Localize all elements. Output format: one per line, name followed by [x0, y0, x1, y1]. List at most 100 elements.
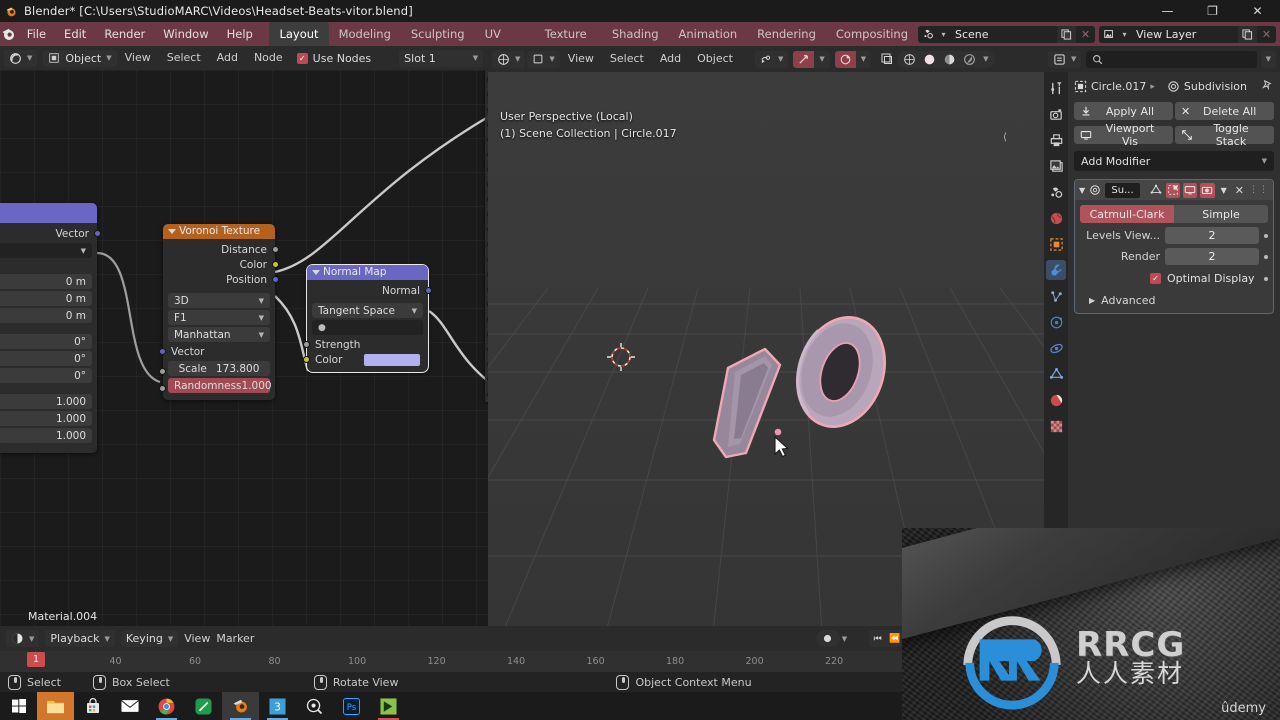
workspace-tab-animation[interactable]: Animation	[669, 22, 748, 46]
edit-mode-display-icon[interactable]	[1165, 182, 1181, 198]
node-canvas[interactable]: Vector ▼ 0 m 0 m 0 m 0° 0° 0° 1.000 1.00…	[0, 70, 488, 626]
remove-modifier-icon[interactable]: ✕	[1233, 184, 1246, 197]
shading-rendered-icon[interactable]	[959, 51, 979, 68]
animate-property-dot-icon[interactable]	[1264, 254, 1268, 259]
socket-randomness-in[interactable]	[159, 385, 166, 392]
properties-search-input[interactable]	[1086, 50, 1257, 68]
properties-tab-scene[interactable]	[1046, 182, 1066, 202]
photoshop-icon[interactable]: Ps	[333, 692, 370, 720]
normalmap-input-color[interactable]: Color	[303, 352, 428, 367]
sidebar-expand-arrow-icon[interactable]: ⟨	[1003, 132, 1007, 143]
socket-strength-in[interactable]	[303, 341, 310, 348]
node-menu-select[interactable]: Select	[159, 46, 209, 70]
node-voronoi-header[interactable]: Voronoi Texture	[163, 224, 275, 239]
mapping-scale-z[interactable]: 1.000	[0, 428, 92, 443]
node-mapping[interactable]: Vector ▼ 0 m 0 m 0 m 0° 0° 0° 1.000 1.00…	[0, 203, 101, 453]
menu-file[interactable]: File	[18, 22, 55, 46]
delete-all-button[interactable]: ✕ Delete All	[1175, 102, 1274, 120]
timeline-playhead[interactable]: 1	[27, 652, 45, 667]
animate-property-dot-icon[interactable]	[1264, 276, 1268, 281]
mapping-rot-z[interactable]: 0°	[0, 368, 92, 383]
properties-tab-physics[interactable]	[1046, 312, 1066, 332]
menu-edit[interactable]: Edit	[55, 22, 95, 46]
voronoi-feature-dropdown[interactable]: F1 ▼	[168, 310, 270, 325]
node-normal-map[interactable]: Normal Map Normal Tangent Space ▼ ● Stre…	[303, 264, 432, 373]
node-mapping-header[interactable]	[0, 203, 97, 223]
voronoi-output-distance[interactable]: Distance	[163, 242, 279, 257]
pin-icon[interactable]	[1261, 79, 1274, 95]
socket-vector-out[interactable]	[94, 230, 101, 237]
mapping-scale-x[interactable]: 1.000	[0, 394, 92, 409]
viewport-menu-add[interactable]: Add	[652, 47, 689, 71]
workspace-tab-modeling[interactable]: Modeling	[329, 22, 401, 46]
use-nodes-toggle[interactable]: ✓ Use Nodes	[291, 52, 371, 65]
viewport-menu-view[interactable]: View	[560, 47, 602, 71]
voronoi-output-color[interactable]: Color	[163, 257, 279, 272]
mapping-loc-y[interactable]: 0 m	[0, 291, 92, 306]
mapping-rot-x[interactable]: 0°	[0, 334, 92, 349]
segment-catmull-clark[interactable]: Catmull-Clark	[1080, 205, 1174, 223]
zbrush-icon[interactable]	[296, 692, 333, 720]
collapse-triangle-icon[interactable]	[312, 270, 320, 275]
workspace-tab-compositing[interactable]: Compositing	[826, 22, 918, 46]
timeline-menu-marker[interactable]: Marker	[216, 632, 254, 645]
auto-keying-toggle[interactable]	[815, 630, 840, 647]
properties-tab-object[interactable]	[1046, 234, 1066, 254]
node-mapping-type-dropdown[interactable]: ▼	[0, 243, 92, 258]
checkbox-icon[interactable]: ✓	[1150, 273, 1161, 284]
new-view-layer-button[interactable]	[1238, 25, 1257, 43]
voronoi-scale-field[interactable]: Scale 173.800	[168, 361, 270, 376]
timeline-menu-view[interactable]: View	[184, 632, 210, 645]
node-menu-node[interactable]: Node	[246, 46, 291, 70]
toggle-stack-button[interactable]: Toggle Stack	[1175, 122, 1274, 148]
blender-icon[interactable]	[222, 692, 259, 720]
socket-distance-out[interactable]	[272, 246, 279, 253]
jump-to-start-button[interactable]: ⏮	[869, 630, 886, 647]
modifier-panel-header[interactable]: ▼ Su... ▼ ✕ ⋮⋮	[1075, 180, 1273, 200]
socket-position-out[interactable]	[272, 276, 279, 283]
menu-help[interactable]: Help	[218, 22, 262, 46]
normalmap-space-dropdown[interactable]: Tangent Space ▼	[312, 303, 423, 318]
workspace-tab-rendering[interactable]: Rendering	[747, 22, 826, 46]
store-icon[interactable]	[74, 692, 111, 720]
segment-simple[interactable]: Simple	[1174, 205, 1268, 223]
scene-selector[interactable]: ▾ Scene ✕	[918, 25, 1095, 43]
menu-render[interactable]: Render	[95, 22, 154, 46]
proportional-falloff-dropdown[interactable]: ▼	[855, 50, 872, 68]
viewport-menu-select[interactable]: Select	[602, 47, 652, 71]
workspace-tab-sculpting[interactable]: Sculpting	[401, 22, 475, 46]
levels-viewport-value[interactable]: 2	[1165, 227, 1259, 244]
workspace-tab-uv-editing[interactable]: UV Editing	[475, 22, 535, 65]
levels-render-value[interactable]: 2	[1165, 248, 1259, 265]
mail-icon[interactable]	[111, 692, 148, 720]
editor-type-selector[interactable]: ▼	[4, 49, 38, 67]
voronoi-output-position[interactable]: Position	[163, 272, 279, 287]
expand-triangle-icon[interactable]: ▼	[1079, 186, 1085, 195]
viewport-menu-object[interactable]: Object	[689, 47, 741, 71]
properties-tab-tool[interactable]	[1046, 78, 1066, 98]
start-icon[interactable]	[0, 692, 37, 720]
new-scene-button[interactable]	[1057, 25, 1076, 43]
add-modifier-dropdown[interactable]: Add Modifier ▼	[1074, 151, 1274, 171]
snap-options-dropdown[interactable]: ▼	[814, 50, 830, 68]
node-menu-view[interactable]: View	[117, 46, 159, 70]
timeline-menu-keying[interactable]: Keying ▼	[120, 630, 179, 647]
socket-vector-in[interactable]	[159, 348, 166, 355]
chrome-icon[interactable]	[148, 692, 185, 720]
editor-icon[interactable]	[185, 692, 222, 720]
delete-scene-button[interactable]: ✕	[1076, 26, 1095, 43]
socket-color-in[interactable]	[303, 356, 310, 363]
voronoi-randomness-field[interactable]: Randomness 1.000	[168, 378, 272, 393]
minimize-button[interactable]: —	[1145, 0, 1190, 22]
collapse-triangle-icon[interactable]	[168, 229, 176, 234]
optimal-display-row[interactable]: ✓ Optimal Display	[1150, 272, 1268, 285]
3d-app-icon[interactable]: 3	[259, 692, 296, 720]
voronoi-input-vector[interactable]: Vector	[159, 344, 275, 359]
properties-tab-particles[interactable]	[1046, 286, 1066, 306]
render-display-icon[interactable]	[1200, 182, 1215, 198]
mapping-rot-y[interactable]: 0°	[0, 351, 92, 366]
apply-all-button[interactable]: Apply All	[1074, 102, 1173, 120]
properties-tab-constraints[interactable]	[1046, 338, 1066, 358]
properties-tab-data[interactable]	[1046, 364, 1066, 384]
substance-icon[interactable]	[370, 692, 407, 720]
